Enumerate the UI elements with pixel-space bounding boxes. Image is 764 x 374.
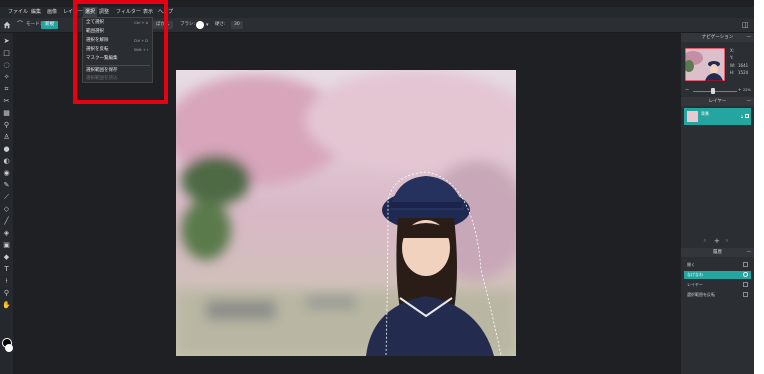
move-tool-icon[interactable]: ➤ bbox=[2, 37, 11, 46]
zoom-slider-row: − + 22% bbox=[685, 87, 751, 94]
fill-tool-icon[interactable]: ◈ bbox=[2, 229, 11, 238]
panel-toggle-icon[interactable]: ◫ bbox=[742, 21, 749, 29]
nav-y-label: Y: bbox=[730, 55, 734, 60]
zoom-in-icon[interactable]: + bbox=[738, 87, 741, 92]
history-item-icon bbox=[743, 292, 748, 297]
history-item[interactable]: 開く bbox=[684, 261, 751, 269]
zoom-out-icon[interactable]: − bbox=[685, 87, 689, 93]
history-item[interactable]: なげなわ bbox=[684, 271, 751, 279]
photo-canvas[interactable] bbox=[176, 70, 516, 356]
navigator-title: ナビゲーション bbox=[701, 35, 734, 40]
history-item-label: 開く bbox=[687, 262, 695, 267]
scrollbar[interactable] bbox=[754, 0, 764, 374]
hand-tool-icon[interactable]: ✋ bbox=[2, 301, 11, 310]
menu-edit[interactable]: 編集 bbox=[29, 7, 43, 18]
navigator-thumbnail-image bbox=[685, 48, 725, 81]
sponge-tool-icon[interactable]: ◉ bbox=[2, 169, 11, 178]
photo-image bbox=[176, 70, 516, 356]
crop-tool-icon[interactable]: ⌗ bbox=[2, 85, 11, 94]
home-icon[interactable] bbox=[3, 21, 11, 29]
collapse-icon[interactable]: — bbox=[747, 97, 752, 106]
history-header: 履歴 — bbox=[681, 248, 754, 257]
layer-item[interactable]: 背景 🔒︎ bbox=[684, 108, 751, 125]
lock-icon[interactable]: 🔒︎ bbox=[741, 114, 743, 119]
history-item-label: レイヤー bbox=[687, 282, 703, 287]
dodge-tool-icon[interactable]: ◐ bbox=[2, 157, 11, 166]
photo-editor-app: ファイル 編集 画像 レイヤー 選択 調整 フィルター 表示 ヘルプ ⌒ モード… bbox=[0, 0, 754, 374]
eyedropper-icon[interactable]: ⚲ bbox=[2, 121, 11, 130]
zoom-slider-knob[interactable] bbox=[711, 88, 715, 94]
history-item-label: 選択範囲を反転 bbox=[687, 292, 715, 297]
zoom-tool-icon[interactable]: ⚲ bbox=[2, 289, 11, 298]
visibility-checkbox[interactable] bbox=[745, 114, 749, 118]
pencil-tool-icon[interactable]: ✎ bbox=[2, 181, 11, 190]
layers-title: レイヤー bbox=[708, 99, 727, 104]
zoom-value: 22% bbox=[743, 88, 751, 92]
mode-label: モード: bbox=[26, 22, 42, 27]
picker-tool-icon[interactable]: ⟊ bbox=[2, 277, 11, 286]
history-item-icon bbox=[743, 282, 748, 287]
zoom-slider-track[interactable] bbox=[693, 91, 737, 92]
nav-h-value: 1524 bbox=[738, 70, 749, 75]
add-layer-icon[interactable]: + bbox=[714, 237, 720, 245]
navigator-thumbnail[interactable] bbox=[685, 48, 725, 81]
cut-tool-icon[interactable]: ✂ bbox=[2, 97, 11, 106]
lasso-tool-icon[interactable]: ◌ bbox=[2, 61, 11, 70]
nav-w-value: 1641 bbox=[738, 63, 749, 68]
text-tool-icon[interactable]: T bbox=[2, 265, 11, 274]
nav-h-label: H: bbox=[730, 70, 735, 75]
layer-thumbnail bbox=[687, 111, 698, 122]
layers-header: レイヤー — bbox=[681, 97, 754, 106]
annotation-highlight-box bbox=[73, 0, 168, 104]
size-select[interactable]: 30 bbox=[231, 21, 243, 29]
layer-down-icon[interactable]: ∨ bbox=[725, 238, 729, 244]
layer-up-icon[interactable]: ∧ bbox=[703, 238, 707, 244]
history-item[interactable]: レイヤー bbox=[684, 281, 751, 289]
lasso-tool-icon: ⌒ bbox=[17, 21, 24, 28]
menu-image[interactable]: 画像 bbox=[45, 7, 59, 18]
hardness-label: 硬さ: bbox=[215, 22, 226, 27]
brush-preview[interactable] bbox=[196, 21, 204, 29]
history-title: 履歴 bbox=[713, 250, 722, 255]
nav-x-label: X: bbox=[730, 48, 735, 53]
line-tool-icon[interactable]: ╱ bbox=[2, 217, 11, 226]
right-panel: ナビゲーション — X: Y: W: 1641 H: 1524 − + 22% bbox=[681, 33, 754, 374]
brush-tool-icon[interactable]: ⟋ bbox=[2, 193, 11, 202]
history-item-label: なげなわ bbox=[687, 272, 703, 277]
drop-tool-icon[interactable]: ● bbox=[2, 145, 11, 154]
history-item-icon bbox=[743, 272, 748, 277]
mode-new-button[interactable]: 新規 bbox=[41, 21, 58, 29]
layer-name: 背景 bbox=[701, 111, 709, 116]
collapse-icon[interactable]: — bbox=[747, 33, 752, 42]
collapse-icon[interactable]: — bbox=[747, 248, 752, 257]
navigator-header: ナビゲーション — bbox=[681, 33, 754, 42]
background-color-swatch[interactable] bbox=[5, 344, 13, 352]
nav-w-label: W: bbox=[730, 63, 736, 68]
gradient-tool-icon[interactable]: ▣ bbox=[2, 241, 11, 250]
history-item[interactable]: 選択範囲を反転 bbox=[684, 291, 751, 299]
tool-bar: ➤ □ ◌ ✧ ⌗ ✂ ▦ ⚲ ♙ ● ◐ ◉ ✎ ⟋ ◇ ╱ ◈ ▣ ◆ T … bbox=[0, 33, 13, 374]
magic-wand-icon[interactable]: ✧ bbox=[2, 73, 11, 82]
brush-dropdown-icon[interactable]: ▾ bbox=[206, 21, 209, 29]
shape-tool-icon[interactable]: ◆ bbox=[2, 253, 11, 262]
eraser-tool-icon[interactable]: ◇ bbox=[2, 205, 11, 214]
stamp-tool-icon[interactable]: ♙ bbox=[2, 133, 11, 142]
grid-tool-icon[interactable]: ▦ bbox=[2, 109, 11, 118]
menu-file[interactable]: ファイル bbox=[6, 7, 30, 18]
marquee-tool-icon[interactable]: □ bbox=[2, 49, 11, 58]
history-item-icon bbox=[743, 262, 748, 267]
brush-label: ブラシ: bbox=[180, 22, 195, 27]
